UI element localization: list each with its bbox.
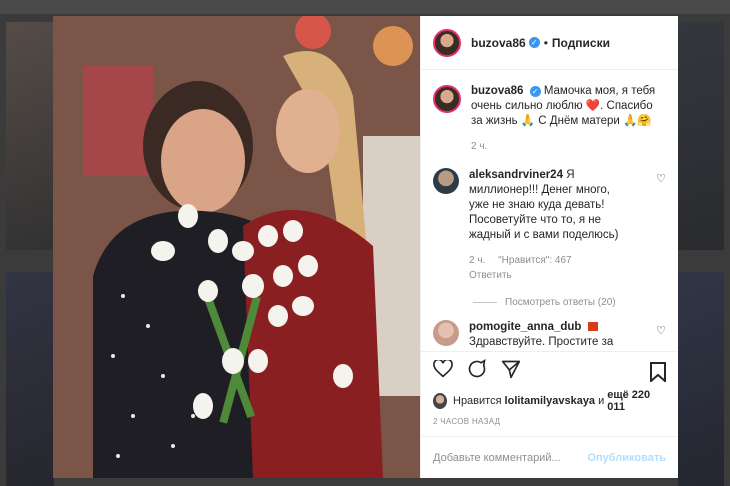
- comment-likes[interactable]: "Нравится": 467: [498, 255, 571, 266]
- likes-and: и: [598, 395, 605, 407]
- comment-input[interactable]: Добавьте комментарий...: [433, 452, 587, 464]
- background-top-bar: [0, 0, 730, 14]
- caption-time[interactable]: 2 ч.: [471, 141, 487, 152]
- sos-icon: [587, 322, 598, 332]
- comment-username[interactable]: pomogite_anna_dub: [469, 321, 581, 333]
- comment-username[interactable]: aleksandrviner24: [469, 169, 563, 181]
- background-thumbnail[interactable]: [6, 22, 54, 250]
- avatar[interactable]: [433, 85, 461, 113]
- post-modal: buzova86 ✓ • Подписки buzova86 ✓ Мамочка…: [53, 16, 678, 478]
- background-thumbnail[interactable]: [678, 272, 724, 486]
- post-timestamp[interactable]: 2 ЧАСОВ НАЗАД: [421, 411, 678, 436]
- likes-summary: Нравится lolitamilyavskaya и ещё 220 011: [421, 389, 678, 413]
- divider: [473, 302, 497, 303]
- add-comment-bar: Добавьте комментарий... Опубликовать: [421, 436, 678, 478]
- view-replies[interactable]: Посмотреть ответы (20): [473, 297, 666, 308]
- likes-others[interactable]: ещё 220 011: [607, 389, 663, 413]
- comments-list[interactable]: buzova86 ✓ Мамочка моя, я тебя очень сил…: [421, 70, 678, 351]
- verified-icon: ✓: [528, 37, 540, 48]
- caption-username[interactable]: buzova86: [471, 85, 523, 97]
- post-sidebar: buzova86 ✓ • Подписки buzova86 ✓ Мамочка…: [420, 16, 678, 478]
- comment-item: aleksandrviner24 Я миллионер!!! Денег мн…: [433, 168, 666, 283]
- share-icon[interactable]: [501, 359, 521, 384]
- heart-icon[interactable]: ♡: [656, 324, 666, 337]
- reply-button[interactable]: Ответить: [469, 270, 512, 281]
- heart-icon[interactable]: ♡: [656, 172, 666, 185]
- background-thumbnail[interactable]: [6, 272, 54, 486]
- caption: buzova86 ✓ Мамочка моя, я тебя очень сил…: [433, 84, 666, 154]
- likes-prefix: Нравится: [453, 395, 502, 407]
- comment-item: pomogite_anna_dub Здравствуйте. Простите…: [433, 320, 666, 351]
- comment-icon[interactable]: [467, 358, 487, 384]
- separator-dot: •: [543, 35, 548, 50]
- bookmark-icon[interactable]: [650, 362, 666, 387]
- view-replies-label[interactable]: Посмотреть ответы (20): [505, 297, 616, 308]
- author-username[interactable]: buzova86: [471, 36, 526, 50]
- action-bar: [421, 351, 678, 391]
- avatar[interactable]: [433, 320, 459, 346]
- comment-time[interactable]: 2 ч.: [469, 255, 485, 266]
- follow-button[interactable]: Подписки: [552, 36, 610, 50]
- comment-text: Здравствуйте. Простите за такое сообщени…: [469, 336, 614, 348]
- post-photo[interactable]: [53, 16, 420, 478]
- verified-icon: ✓: [529, 86, 541, 97]
- avatar[interactable]: [433, 168, 459, 194]
- post-header: buzova86 ✓ • Подписки: [421, 16, 678, 70]
- background-thumbnail[interactable]: [678, 22, 724, 250]
- heart-icon[interactable]: [433, 358, 453, 383]
- likes-user[interactable]: lolitamilyavskaya: [505, 395, 596, 407]
- avatar[interactable]: [433, 393, 447, 409]
- publish-button[interactable]: Опубликовать: [587, 452, 666, 464]
- avatar[interactable]: [433, 28, 461, 57]
